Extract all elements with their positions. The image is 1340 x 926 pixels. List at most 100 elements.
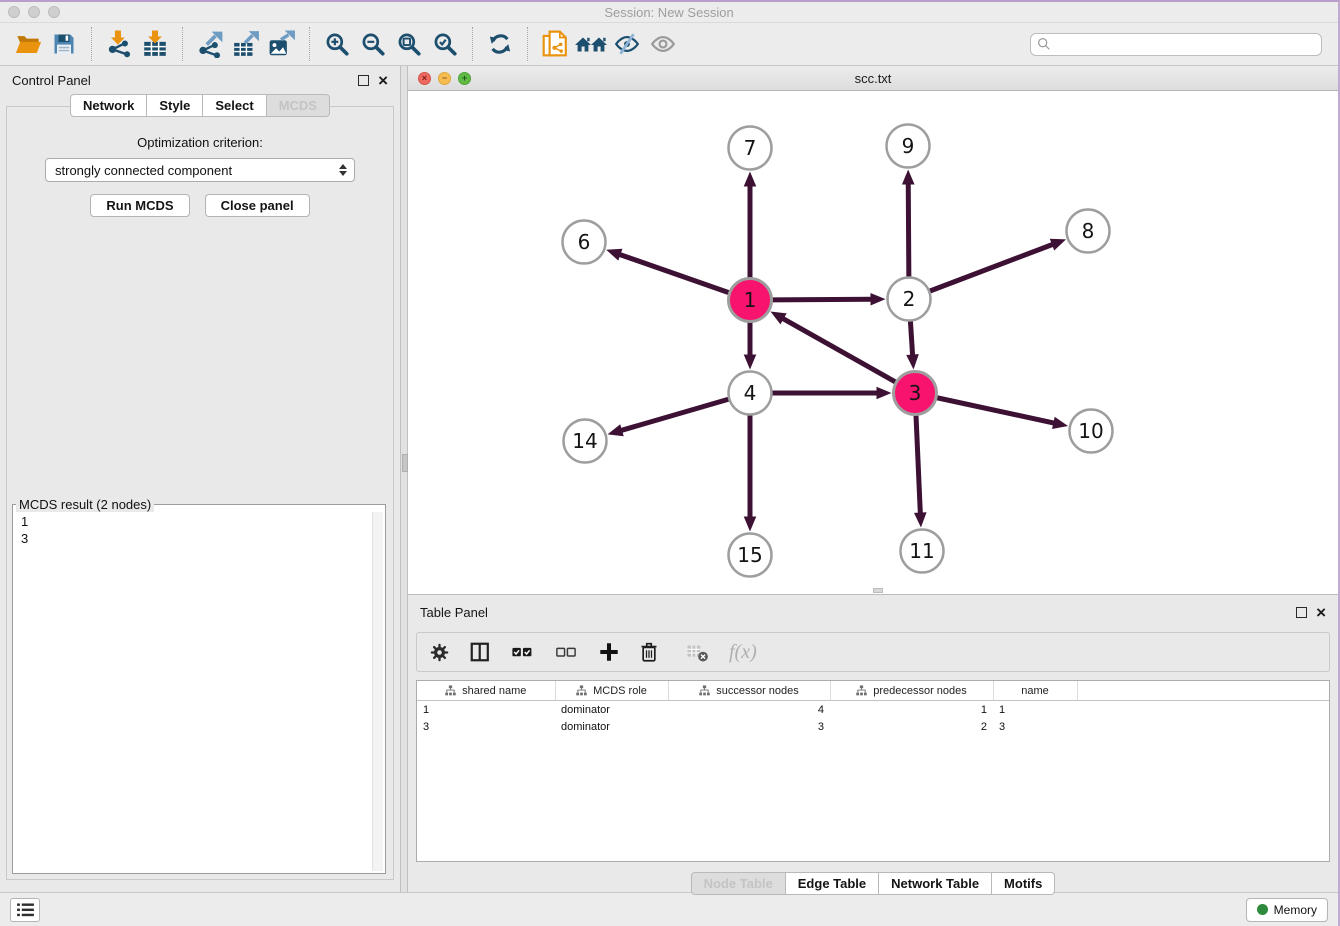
- node-15[interactable]: 15: [729, 534, 772, 577]
- delete-table-button[interactable]: [686, 637, 710, 667]
- create-column-button[interactable]: [598, 637, 620, 667]
- float-table-panel-icon[interactable]: [1296, 607, 1307, 618]
- edge-2-3[interactable]: [906, 321, 919, 369]
- column-header-shared-name[interactable]: shared name: [417, 681, 555, 701]
- edge-1-7[interactable]: [744, 172, 757, 278]
- node-7[interactable]: 7: [729, 127, 772, 170]
- table-cell[interactable]: 1: [993, 701, 1077, 719]
- node-10[interactable]: 10: [1070, 410, 1113, 453]
- table-row[interactable]: 3dominator323: [417, 718, 1330, 735]
- column-header-successor-nodes[interactable]: successor nodes: [668, 681, 830, 701]
- table-cell[interactable]: 1: [417, 701, 555, 719]
- table-cell[interactable]: 4: [668, 701, 830, 719]
- edge-2-9[interactable]: [902, 169, 915, 276]
- zoom-out-button[interactable]: [355, 26, 391, 62]
- edge-3-10[interactable]: [937, 398, 1068, 429]
- table-cell[interactable]: dominator: [555, 701, 668, 719]
- close-panel-button[interactable]: Close panel: [205, 194, 310, 217]
- select-all-columns-button[interactable]: [510, 637, 535, 667]
- import-table-button[interactable]: [137, 26, 173, 62]
- close-window-button[interactable]: [8, 6, 20, 18]
- node-3[interactable]: 3: [894, 372, 937, 415]
- deselect-all-columns-button[interactable]: [554, 637, 579, 667]
- node-6[interactable]: 6: [563, 221, 606, 264]
- new-network-from-selection-button[interactable]: [537, 26, 573, 62]
- criterion-select[interactable]: strongly connected component: [45, 158, 355, 182]
- export-image-button[interactable]: [264, 26, 300, 62]
- table-cell[interactable]: dominator: [555, 718, 668, 735]
- tab-select[interactable]: Select: [203, 94, 266, 117]
- toggle-graphics-details-button[interactable]: [609, 26, 645, 62]
- node-label: 10: [1078, 419, 1103, 443]
- edge-3-11[interactable]: [914, 415, 927, 527]
- edge-4-14[interactable]: [608, 399, 729, 436]
- table-cell[interactable]: 3: [993, 718, 1077, 735]
- node-2[interactable]: 2: [888, 278, 931, 321]
- table-tab-motifs[interactable]: Motifs: [992, 872, 1055, 895]
- node-8[interactable]: 8: [1067, 210, 1110, 253]
- zoom-in-button[interactable]: [319, 26, 355, 62]
- close-network-button[interactable]: ×: [418, 72, 431, 85]
- column-header-label: shared name: [462, 685, 526, 697]
- task-history-button[interactable]: [10, 898, 40, 922]
- minimize-network-button[interactable]: −: [438, 72, 451, 85]
- node-4[interactable]: 4: [729, 372, 772, 415]
- export-network-button[interactable]: [192, 26, 228, 62]
- apply-layout-button[interactable]: [482, 26, 518, 62]
- close-panel-icon[interactable]: ×: [378, 72, 388, 89]
- zoom-window-button[interactable]: [48, 6, 60, 18]
- edge-4-15[interactable]: [744, 416, 757, 532]
- edge-3-1[interactable]: [770, 312, 895, 382]
- table-row[interactable]: 1dominator411: [417, 701, 1330, 719]
- task-list-icon: [17, 903, 34, 917]
- edge-2-8[interactable]: [930, 239, 1066, 291]
- node-9[interactable]: 9: [887, 125, 930, 168]
- edge-4-3[interactable]: [773, 387, 892, 400]
- table-cell[interactable]: 3: [417, 718, 555, 735]
- export-table-button[interactable]: [228, 26, 264, 62]
- node-1[interactable]: 1: [729, 279, 772, 322]
- column-header-predecessor-nodes[interactable]: predecessor nodes: [830, 681, 993, 701]
- function-builder-button[interactable]: f(x): [729, 641, 757, 664]
- show-columns-button[interactable]: [469, 637, 491, 667]
- column-header-MCDS-role[interactable]: MCDS role: [555, 681, 668, 701]
- table-tab-node-table[interactable]: Node Table: [691, 872, 786, 895]
- zoom-fit-icon: [396, 31, 422, 57]
- table-cell[interactable]: 1: [830, 701, 993, 719]
- node-14[interactable]: 14: [564, 420, 607, 463]
- column-header-label: name: [1021, 685, 1049, 697]
- tab-network[interactable]: Network: [70, 94, 147, 117]
- table-tab-edge-table[interactable]: Edge Table: [786, 872, 879, 895]
- tab-mcds[interactable]: MCDS: [267, 94, 330, 117]
- edge-1-4[interactable]: [744, 323, 757, 370]
- edge-1-2[interactable]: [772, 293, 885, 306]
- edge-1-6[interactable]: [606, 249, 729, 293]
- save-session-button[interactable]: [46, 26, 82, 62]
- float-panel-icon[interactable]: [358, 75, 369, 86]
- minimize-window-button[interactable]: [28, 6, 40, 18]
- table-tab-network-table[interactable]: Network Table: [879, 872, 992, 895]
- network-canvas[interactable]: 7 9 6 8 1 2 4 3 14 10 15 11: [408, 91, 1338, 594]
- zoom-fit-button[interactable]: [391, 26, 427, 62]
- delete-column-button[interactable]: [639, 637, 659, 667]
- node-11[interactable]: 11: [901, 530, 944, 573]
- panel-splitter[interactable]: [400, 66, 408, 892]
- column-header-name[interactable]: name: [993, 681, 1077, 701]
- table-cell[interactable]: 2: [830, 718, 993, 735]
- first-neighbors-button[interactable]: [573, 26, 609, 62]
- search-input[interactable]: [1055, 36, 1315, 52]
- table-cell[interactable]: 3: [668, 718, 830, 735]
- run-mcds-button[interactable]: Run MCDS: [90, 194, 189, 217]
- canvas-scrollbar-handle[interactable]: [873, 588, 883, 593]
- zoom-selected-button[interactable]: [427, 26, 463, 62]
- tab-style[interactable]: Style: [147, 94, 203, 117]
- import-table-icon: [141, 30, 169, 58]
- table-mode-button[interactable]: [429, 637, 450, 667]
- memory-button[interactable]: Memory: [1246, 898, 1328, 922]
- result-scrollbar[interactable]: [372, 512, 383, 871]
- open-session-button[interactable]: [10, 26, 46, 62]
- zoom-network-button[interactable]: +: [458, 72, 471, 85]
- import-network-button[interactable]: [101, 26, 137, 62]
- close-table-panel-icon[interactable]: ×: [1316, 604, 1326, 621]
- show-hide-details-button[interactable]: [645, 26, 681, 62]
